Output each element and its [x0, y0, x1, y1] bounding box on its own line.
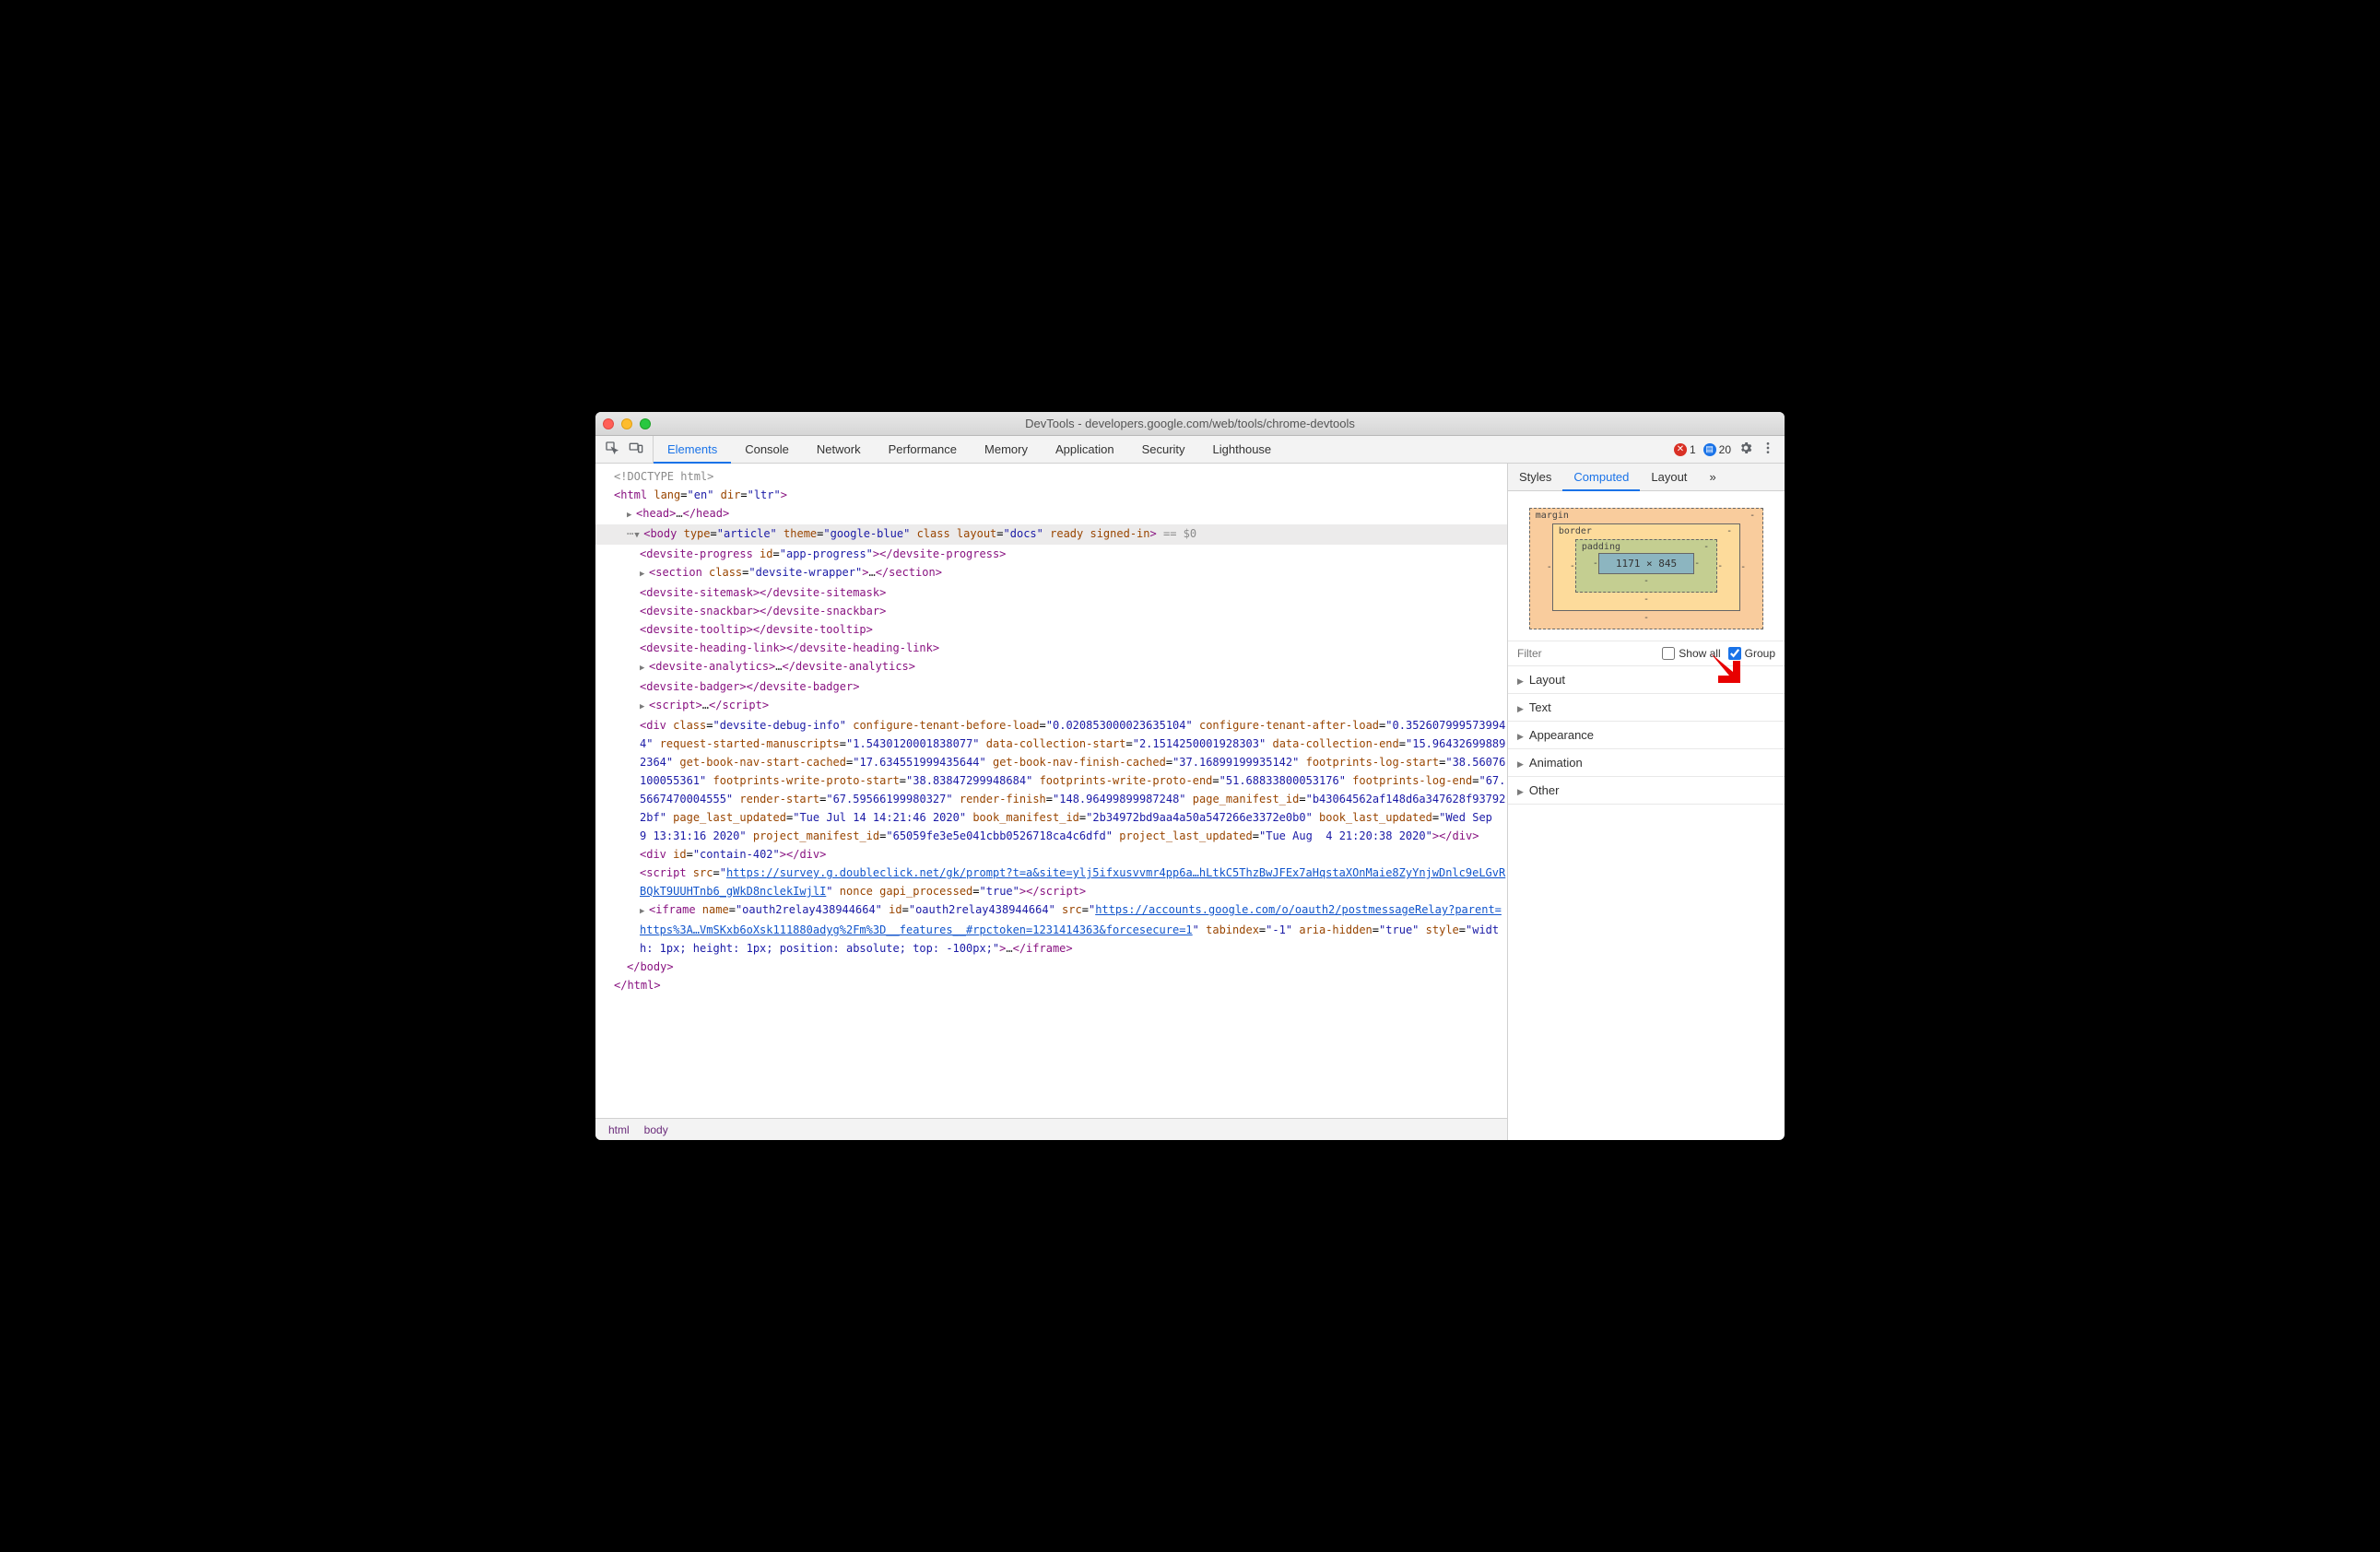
- section-other[interactable]: Other: [1508, 777, 1785, 805]
- dom-body-close[interactable]: </body>: [595, 958, 1507, 976]
- dom-badger[interactable]: <devsite-badger></devsite-badger>: [595, 677, 1507, 696]
- error-badge[interactable]: ✕ 1: [1674, 443, 1696, 456]
- margin-label: margin: [1536, 511, 1569, 521]
- device-toggle-icon[interactable]: [629, 441, 643, 458]
- devtools-toolbar: Elements Console Network Performance Mem…: [595, 436, 1785, 464]
- dom-head[interactable]: <head>…</head>: [595, 504, 1507, 524]
- computed-sections: Layout Text Appearance Animation Other: [1508, 666, 1785, 1140]
- sidebar-tabs: Styles Computed Layout »: [1508, 464, 1785, 491]
- filter-input[interactable]: [1517, 647, 1573, 660]
- issues-icon: ▤: [1703, 443, 1716, 456]
- issues-badge[interactable]: ▤ 20: [1703, 443, 1731, 456]
- section-layout[interactable]: Layout: [1508, 666, 1785, 694]
- computed-sidebar: Styles Computed Layout » margin - - bord…: [1508, 464, 1785, 1140]
- dom-contain-div[interactable]: <div id="contain-402"></div>: [595, 845, 1507, 864]
- dom-devsite-progress[interactable]: <devsite-progress id="app-progress"></de…: [595, 545, 1507, 563]
- dom-sitemask[interactable]: <devsite-sitemask></devsite-sitemask>: [595, 583, 1507, 602]
- show-all-checkbox[interactable]: Show all: [1662, 647, 1720, 660]
- tab-more[interactable]: »: [1698, 464, 1726, 490]
- tab-performance[interactable]: Performance: [875, 436, 971, 463]
- breadcrumb: html body: [595, 1118, 1507, 1140]
- section-animation[interactable]: Animation: [1508, 749, 1785, 777]
- titlebar: DevTools - developers.google.com/web/too…: [595, 412, 1785, 436]
- padding-label: padding: [1582, 542, 1620, 552]
- settings-icon[interactable]: [1738, 441, 1753, 458]
- content-size: 1171 × 845: [1598, 553, 1694, 574]
- dom-analytics[interactable]: <devsite-analytics>…</devsite-analytics>: [595, 657, 1507, 677]
- dom-tree[interactable]: <!DOCTYPE html> <html lang="en" dir="ltr…: [595, 464, 1507, 1118]
- dom-snackbar[interactable]: <devsite-snackbar></devsite-snackbar>: [595, 602, 1507, 620]
- inspect-icon[interactable]: [605, 441, 619, 458]
- error-icon: ✕: [1674, 443, 1687, 456]
- breadcrumb-html[interactable]: html: [601, 1123, 637, 1136]
- tab-styles[interactable]: Styles: [1508, 464, 1562, 490]
- tab-application[interactable]: Application: [1042, 436, 1128, 463]
- tab-network[interactable]: Network: [803, 436, 875, 463]
- section-text[interactable]: Text: [1508, 694, 1785, 722]
- border-label: border: [1559, 526, 1592, 536]
- minimize-button[interactable]: [621, 418, 632, 429]
- tab-console[interactable]: Console: [731, 436, 803, 463]
- section-appearance[interactable]: Appearance: [1508, 722, 1785, 749]
- dom-debug-div[interactable]: <div class="devsite-debug-info" configur…: [595, 716, 1507, 845]
- tab-layout[interactable]: Layout: [1640, 464, 1698, 490]
- tab-security[interactable]: Security: [1128, 436, 1199, 463]
- tab-memory[interactable]: Memory: [971, 436, 1042, 463]
- dom-section[interactable]: <section class="devsite-wrapper">…</sect…: [595, 563, 1507, 583]
- tab-elements[interactable]: Elements: [654, 436, 731, 463]
- box-model[interactable]: margin - - border - - padding - -: [1508, 491, 1785, 641]
- devtools-window: DevTools - developers.google.com/web/too…: [595, 412, 1785, 1140]
- dom-heading-link[interactable]: <devsite-heading-link></devsite-heading-…: [595, 639, 1507, 657]
- dom-iframe[interactable]: <iframe name="oauth2relay438944664" id="…: [595, 900, 1507, 958]
- error-count: 1: [1690, 443, 1696, 456]
- filter-row: Show all Group: [1508, 641, 1785, 666]
- elements-panel: <!DOCTYPE html> <html lang="en" dir="ltr…: [595, 464, 1508, 1140]
- traffic-lights: [603, 418, 651, 429]
- dom-tooltip[interactable]: <devsite-tooltip></devsite-tooltip>: [595, 620, 1507, 639]
- dom-doctype[interactable]: <!DOCTYPE html>: [595, 467, 1507, 486]
- close-button[interactable]: [603, 418, 614, 429]
- tab-computed[interactable]: Computed: [1562, 464, 1640, 490]
- dom-html-open[interactable]: <html lang="en" dir="ltr">: [595, 486, 1507, 504]
- group-checkbox[interactable]: Group: [1728, 647, 1775, 660]
- dom-script-survey[interactable]: <script src="https://survey.g.doubleclic…: [595, 864, 1507, 900]
- more-icon[interactable]: [1761, 441, 1775, 458]
- panel-tabs: Elements Console Network Performance Mem…: [654, 436, 1285, 463]
- zoom-button[interactable]: [640, 418, 651, 429]
- breadcrumb-body[interactable]: body: [637, 1123, 676, 1136]
- window-title: DevTools - developers.google.com/web/too…: [595, 417, 1785, 430]
- issues-count: 20: [1719, 443, 1731, 456]
- main-panels: <!DOCTYPE html> <html lang="en" dir="ltr…: [595, 464, 1785, 1140]
- tab-lighthouse[interactable]: Lighthouse: [1199, 436, 1286, 463]
- dom-body-selected[interactable]: ⋯<body type="article" theme="google-blue…: [595, 524, 1507, 545]
- dom-html-close[interactable]: </html>: [595, 976, 1507, 994]
- dom-script-1[interactable]: <script>…</script>: [595, 696, 1507, 716]
